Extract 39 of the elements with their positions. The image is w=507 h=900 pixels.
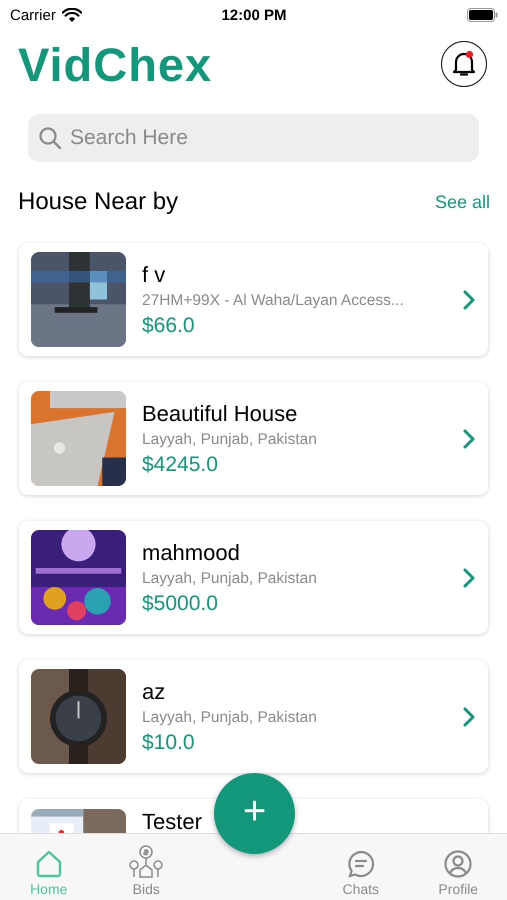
add-button[interactable]: + xyxy=(214,773,295,854)
tab[interactable]: Chats xyxy=(312,849,410,897)
tab[interactable]: Home xyxy=(0,849,98,897)
carrier-label: Carrier xyxy=(10,6,56,24)
listing-card[interactable]: Beautiful House Layyah, Punjab, Pakistan $4245.0 xyxy=(19,382,488,495)
profile-icon xyxy=(443,849,474,879)
battery-icon xyxy=(466,8,498,22)
listing-card[interactable]: az Layyah, Punjab, Pakistan $10.0 xyxy=(19,660,488,773)
money-tree-icon xyxy=(128,845,164,879)
listing-title: az xyxy=(142,678,166,704)
listing-title: f v xyxy=(142,262,166,288)
listing-address: 27HM+99X - Al Waha/Layan Access... xyxy=(142,292,404,310)
listing-address: Layyah, Punjab, Pakistan xyxy=(142,570,317,588)
listing-address: Layyah, Punjab, Pakistan xyxy=(142,708,317,726)
tab[interactable]: Bids xyxy=(98,845,195,897)
listing-price: $4245.0 xyxy=(142,452,218,476)
chat-bubble-icon xyxy=(346,849,376,879)
listing-title: Beautiful House xyxy=(142,400,298,426)
listing-card[interactable]: f v 27HM+99X - Al Waha/Layan Access... $66.0 xyxy=(19,243,488,356)
listing-card[interactable]: mahmood Layyah, Punjab, Pakistan $5000.0 xyxy=(19,521,488,634)
chevron-right-icon[interactable] xyxy=(462,566,476,588)
listing-price: $5000.0 xyxy=(142,592,218,616)
listing-address: Layyah, Punjab, Pakistan xyxy=(142,430,317,448)
listing-price: $10.0 xyxy=(142,730,195,754)
bell-icon xyxy=(451,50,477,78)
search-field[interactable]: Search Here xyxy=(28,114,479,162)
listing-price: $66.0 xyxy=(142,314,195,338)
notification-button[interactable] xyxy=(441,41,487,87)
section-title: House Near by xyxy=(18,188,178,216)
see-all-link[interactable]: See all xyxy=(434,192,490,212)
listing-title: mahmood xyxy=(142,540,240,566)
chevron-right-icon[interactable] xyxy=(462,288,476,310)
clock: 12:00 PM xyxy=(221,6,287,24)
app-logo: VidChex xyxy=(18,36,212,92)
wifi-icon xyxy=(62,8,82,22)
listing-title: Tester xyxy=(142,809,202,833)
tab[interactable]: Profile xyxy=(410,849,507,897)
chevron-right-icon[interactable] xyxy=(462,428,476,450)
chevron-right-icon[interactable] xyxy=(462,706,476,728)
